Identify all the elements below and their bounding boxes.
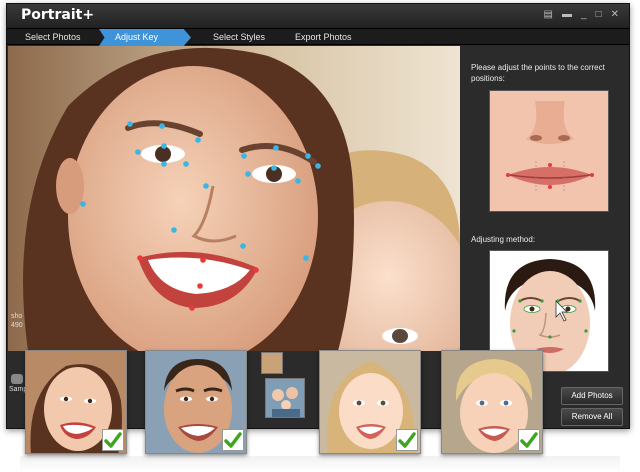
selected-photo-card-woman[interactable] (25, 350, 127, 454)
maximize-icon[interactable]: □ (596, 9, 602, 21)
main-photo-editor[interactable] (8, 46, 460, 351)
adjust-panel: Please adjust the points to the correct … (463, 46, 629, 376)
selected-check-icon[interactable] (222, 429, 244, 451)
menu-icon[interactable]: ▤ (544, 9, 553, 21)
tab-export-photos[interactable]: Export Photos (287, 29, 360, 46)
selected-photo-card-girl[interactable] (319, 350, 421, 454)
app-title: Portrait+ (21, 7, 95, 23)
reflection (20, 456, 620, 472)
selected-check-icon[interactable] (518, 429, 540, 451)
sample-icon[interactable] (11, 374, 23, 384)
selected-check-icon[interactable] (102, 429, 124, 451)
step-navigation: Select Photos Adjust Key Points Select S… (7, 28, 629, 46)
family-photo-image (266, 379, 304, 417)
title-bar: Portrait+ ▤ ▬ _ □ ✕ (7, 4, 629, 28)
photo-info-line2: 490 (11, 322, 23, 329)
minimize-icon[interactable]: _ (581, 9, 587, 21)
instruction-text: Please adjust the points to the correct … (471, 63, 605, 83)
remove-all-button[interactable]: Remove All (561, 408, 623, 426)
strip-thumbnail[interactable] (261, 352, 283, 374)
checkmark-glyph (520, 432, 538, 448)
checkmark-glyph (398, 432, 416, 448)
photo-info: sho 490 (11, 312, 23, 330)
selected-check-icon[interactable] (396, 429, 418, 451)
close-icon[interactable]: ✕ (611, 9, 619, 21)
add-photos-button[interactable]: Add Photos (561, 387, 623, 405)
main-photo-image (8, 46, 460, 351)
checkmark-glyph (224, 432, 242, 448)
nose-lips-reference (489, 90, 609, 212)
checkmark-glyph (104, 432, 122, 448)
adjusting-method-label: Adjusting method: (471, 235, 536, 244)
selected-photo-card-boy[interactable] (441, 350, 543, 454)
photo-info-line1: sho (11, 313, 23, 320)
tab-select-photos[interactable]: Select Photos (17, 29, 89, 46)
selected-photo-card-man[interactable] (145, 350, 247, 454)
strip-thumbnail-family[interactable] (265, 378, 305, 418)
tab-select-styles[interactable]: Select Styles (205, 29, 273, 46)
window-controls: ▤ ▬ _ □ ✕ (544, 9, 619, 21)
tab-adjust-key-points[interactable]: Adjust Key Points (99, 29, 191, 46)
skin-icon[interactable]: ▬ (562, 9, 572, 21)
nose-lips-reference-image (490, 91, 608, 211)
